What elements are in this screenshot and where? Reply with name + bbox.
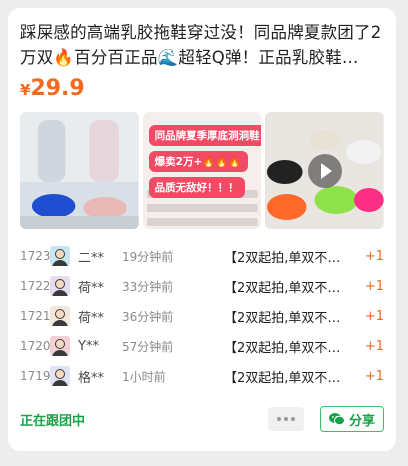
- promo-tag: 爆卖2万+🔥🔥🔥: [148, 151, 248, 172]
- price-currency: ¥: [20, 81, 31, 99]
- avatar: [50, 366, 70, 386]
- order-rank: 1723: [20, 249, 51, 263]
- more-button[interactable]: [267, 407, 304, 431]
- order-message: 【2双起拍,单双不…: [224, 280, 341, 296]
- order-user: 荷**: [78, 310, 105, 326]
- video-thumbnail[interactable]: [265, 112, 385, 229]
- order-user: 二**: [78, 250, 105, 266]
- product-card[interactable]: 踩屎感的高端乳胶拖鞋穿过没！同品牌夏款团了2万双🔥百分百正品🌊超轻Q弹！正品乳胶…: [8, 8, 396, 451]
- order-user: 格**: [78, 370, 105, 386]
- order-message: 【2双起拍,单双不…: [224, 250, 341, 266]
- dot-icon: [283, 417, 288, 421]
- order-row: 1723 二** 19分钟前 【2双起拍,单双不… +1: [20, 241, 384, 271]
- order-row: 1720 Y** 57分钟前 【2双起拍,单双不… +1: [20, 331, 384, 361]
- order-qty: +1: [364, 368, 384, 384]
- share-button[interactable]: 分享: [319, 406, 384, 432]
- order-user: 荷**: [78, 280, 105, 296]
- order-message: 【2双起拍,单双不…: [224, 310, 341, 326]
- order-time: 57分钟前: [122, 339, 174, 354]
- promo-poster[interactable]: 同品牌夏季厚底洞洞鞋 爆卖2万+🔥🔥🔥 品质无敌好！！！: [142, 112, 262, 229]
- product-price: ¥29.9: [20, 76, 384, 104]
- price-value: 29.9: [30, 76, 85, 101]
- order-time: 1小时前: [122, 369, 166, 384]
- image-gallery: 同品牌夏季厚底洞洞鞋 爆卖2万+🔥🔥🔥 品质无敌好！！！: [20, 112, 385, 229]
- order-row: 1719 格** 1小时前 【2双起拍,单双不… +1: [20, 361, 384, 391]
- dot-icon: [276, 417, 281, 421]
- product-title[interactable]: 踩屎感的高端乳胶拖鞋穿过没！同品牌夏款团了2万双🔥百分百正品🌊超轻Q弹！正品乳胶…: [20, 20, 384, 70]
- order-user: Y**: [78, 338, 99, 354]
- order-message: 【2双起拍,单双不…: [224, 370, 341, 386]
- avatar: [50, 276, 70, 296]
- promo-tag: 同品牌夏季厚底洞洞鞋: [148, 125, 262, 146]
- promo-tags: 同品牌夏季厚底洞洞鞋 爆卖2万+🔥🔥🔥 品质无敌好！！！: [148, 124, 262, 202]
- order-qty: +1: [364, 338, 384, 354]
- avatar: [50, 246, 70, 266]
- order-rank: 1722: [20, 279, 51, 293]
- slippers-photo[interactable]: [20, 112, 139, 229]
- avatar: [50, 306, 70, 326]
- group-status: 正在跟团中: [20, 413, 86, 429]
- avatar: [50, 336, 70, 356]
- order-time: 33分钟前: [122, 279, 174, 294]
- order-qty: +1: [364, 248, 384, 264]
- play-icon[interactable]: [307, 153, 342, 188]
- card-footer: 正在跟团中 分享: [20, 405, 384, 433]
- order-qty: +1: [364, 308, 384, 324]
- dot-icon: [290, 417, 295, 421]
- order-row: 1722 荷** 33分钟前 【2双起拍,单双不… +1: [20, 271, 384, 301]
- order-list: 1723 二** 19分钟前 【2双起拍,单双不… +1 1722 荷** 33…: [20, 241, 384, 391]
- order-time: 36分钟前: [122, 309, 174, 324]
- order-rank: 1720: [20, 339, 51, 353]
- order-time: 19分钟前: [122, 249, 174, 264]
- wechat-icon: [328, 413, 345, 426]
- order-row: 1721 荷** 36分钟前 【2双起拍,单双不… +1: [20, 301, 384, 331]
- order-qty: +1: [364, 278, 384, 294]
- share-label: 分享: [348, 413, 375, 429]
- promo-tag: 品质无敌好！！！: [148, 177, 245, 198]
- order-rank: 1719: [20, 369, 51, 383]
- order-rank: 1721: [20, 309, 51, 323]
- order-message: 【2双起拍,单双不…: [224, 340, 341, 356]
